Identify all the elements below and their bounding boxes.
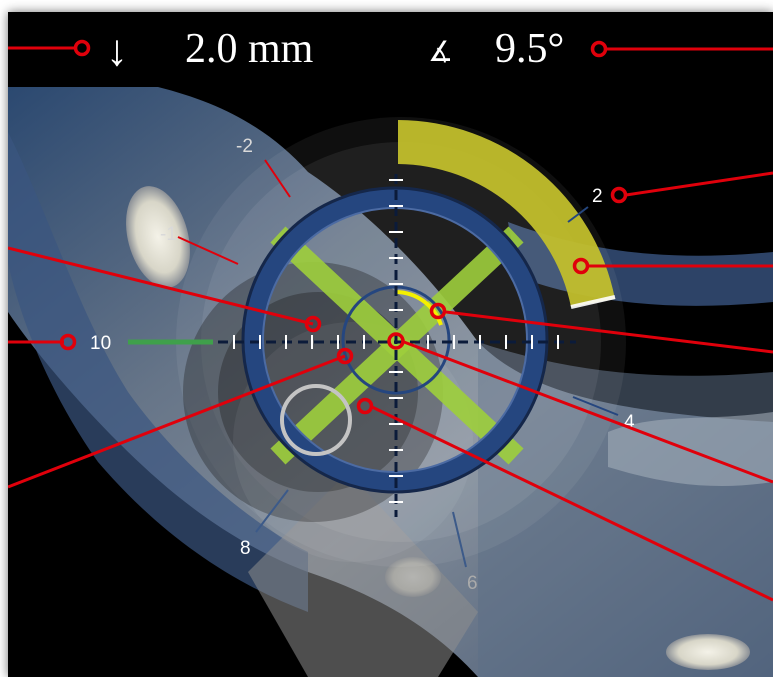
callout-line-dial-label — [625, 171, 773, 197]
label-2: 2 — [592, 186, 603, 207]
label-10: 10 — [90, 333, 111, 354]
label-minus2: -2 — [236, 136, 253, 157]
tooth-lower-right — [666, 634, 750, 670]
label-8: 8 — [240, 538, 251, 559]
callout-marker-dial-label — [610, 186, 628, 204]
label-minus1: -1 — [160, 224, 177, 245]
callout-marker-angle — [590, 40, 608, 58]
label-6: 6 — [467, 573, 478, 594]
callout-marker-depth — [73, 39, 91, 57]
guidance-overlay: -2 -1 2 4 6 8 10 — [8, 39, 773, 677]
navigation-viewport: ↓ 2.0 mm ∡ 9.5° -2 -1 2 4 6 8 10 — [8, 12, 773, 677]
figure-canvas: ↓ 2.0 mm ∡ 9.5° -2 -1 2 4 6 8 10 — [0, 0, 773, 677]
